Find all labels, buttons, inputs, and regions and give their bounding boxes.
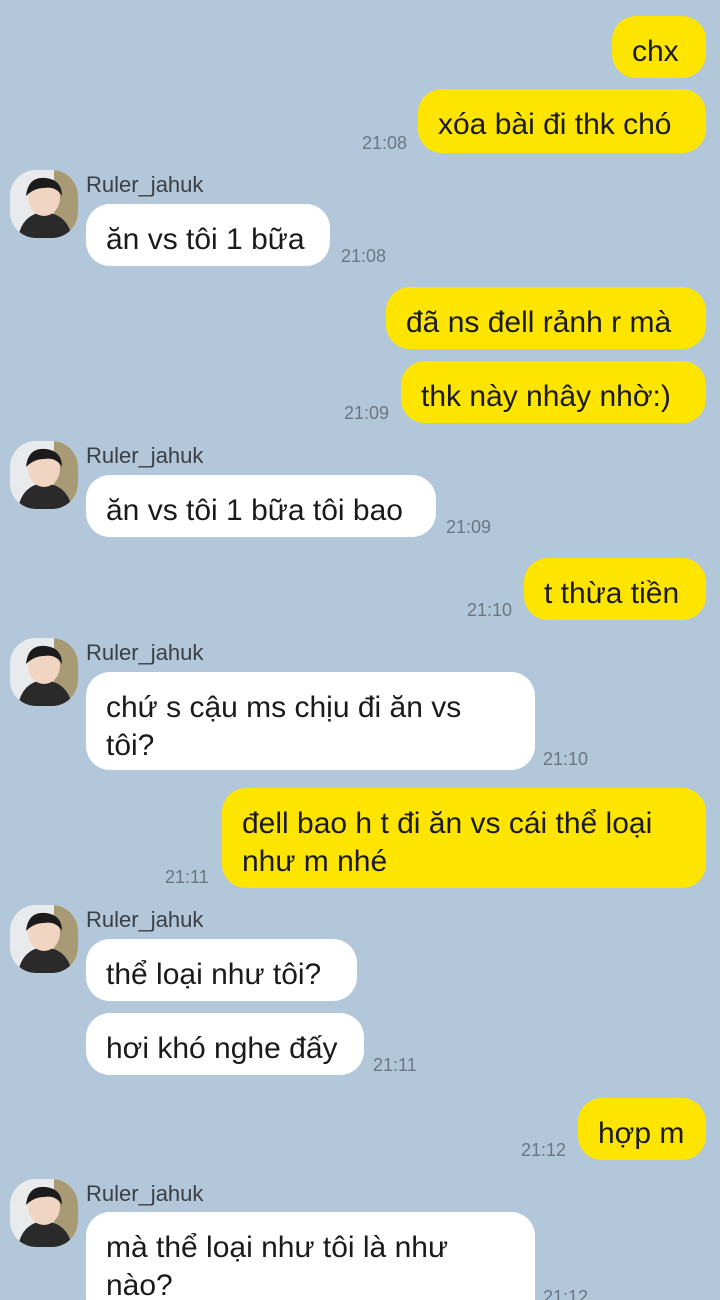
message-timestamp: 21:08 (341, 246, 387, 266)
message-timestamp: 21:09 (446, 517, 492, 537)
their-message-bubble[interactable]: thể loại như tôi? (86, 939, 357, 1001)
chat-area[interactable]: chx 21:08 xóa bài đi thk chó Ruler_jahuk… (0, 0, 720, 1300)
sender-name: Ruler_jahuk (86, 907, 204, 932)
profile-photo-icon (10, 441, 78, 509)
my-message-bubble[interactable]: xóa bài đi thk chó (418, 89, 706, 153)
their-message-bubble[interactable]: hơi khó nghe đấy (86, 1013, 364, 1075)
my-message-bubble[interactable]: chx (612, 16, 706, 78)
my-message-bubble[interactable]: t thừa tiền (524, 558, 706, 620)
contact-avatar[interactable] (10, 905, 78, 973)
my-message-bubble[interactable]: đã ns đell rảnh r mà (386, 287, 706, 349)
sender-name: Ruler_jahuk (86, 640, 204, 665)
sender-name: Ruler_jahuk (86, 1181, 204, 1206)
contact-avatar[interactable] (10, 638, 78, 706)
message-timestamp: 21:11 (165, 867, 209, 887)
their-message-bubble[interactable]: ăn vs tôi 1 bữa tôi bao (86, 475, 436, 537)
contact-avatar[interactable] (10, 441, 78, 509)
message-timestamp: 21:08 (362, 133, 408, 153)
profile-photo-icon (10, 905, 78, 973)
my-message-bubble[interactable]: hợp m (578, 1098, 706, 1160)
message-timestamp: 21:12 (543, 1287, 589, 1300)
contact-avatar[interactable] (10, 170, 78, 238)
message-timestamp: 21:09 (344, 403, 390, 423)
contact-avatar[interactable] (10, 1179, 78, 1247)
message-timestamp: 21:10 (467, 600, 513, 620)
message-timestamp: 21:10 (543, 749, 589, 769)
their-message-bubble[interactable]: chứ s cậu ms chịu đi ăn vs tôi? (86, 672, 535, 770)
message-timestamp: 21:12 (521, 1140, 567, 1160)
message-timestamp: 21:11 (373, 1055, 417, 1075)
profile-photo-icon (10, 170, 78, 238)
their-message-bubble[interactable]: ăn vs tôi 1 bữa (86, 204, 330, 266)
my-message-bubble[interactable]: thk này nhây nhờ:) (401, 361, 706, 423)
profile-photo-icon (10, 1179, 78, 1247)
sender-name: Ruler_jahuk (86, 172, 204, 197)
their-message-bubble[interactable]: mà thể loại như tôi là như nào? (86, 1212, 535, 1300)
profile-photo-icon (10, 638, 78, 706)
my-message-bubble[interactable]: đell bao h t đi ăn vs cái thể loại như m… (222, 788, 706, 888)
sender-name: Ruler_jahuk (86, 443, 204, 468)
